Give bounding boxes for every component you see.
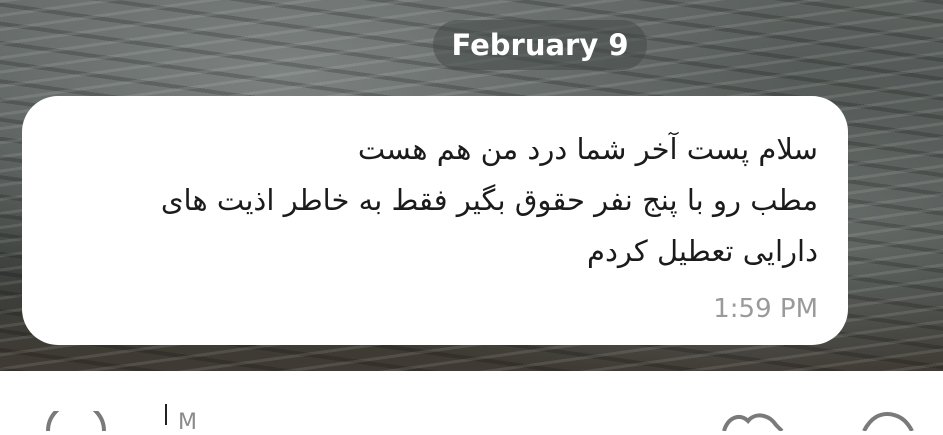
message-input-bar[interactable] <box>0 371 943 431</box>
message-text: سلام پست آخر شما درد من هم هست مطب رو با… <box>48 124 818 277</box>
date-label: February 9 <box>451 28 629 62</box>
text-cursor <box>165 404 167 425</box>
message-time: 1:59 PM <box>713 294 818 324</box>
message-line: سلام پست آخر شما درد من هم هست <box>357 132 818 166</box>
attach-icon[interactable] <box>718 411 788 431</box>
emoji-icon[interactable] <box>44 411 108 431</box>
voice-icon[interactable] <box>860 411 920 431</box>
message-bubble[interactable]: سلام پست آخر شما درد من هم هست مطب رو با… <box>22 96 848 345</box>
message-input-placeholder[interactable]: M <box>178 410 197 435</box>
message-line: دارایی تعطیل کردم <box>587 234 818 268</box>
date-divider: February 9 <box>433 20 647 70</box>
message-line: مطب رو با پنج نفر حقوق بگیر فقط به خاطر … <box>160 183 818 217</box>
